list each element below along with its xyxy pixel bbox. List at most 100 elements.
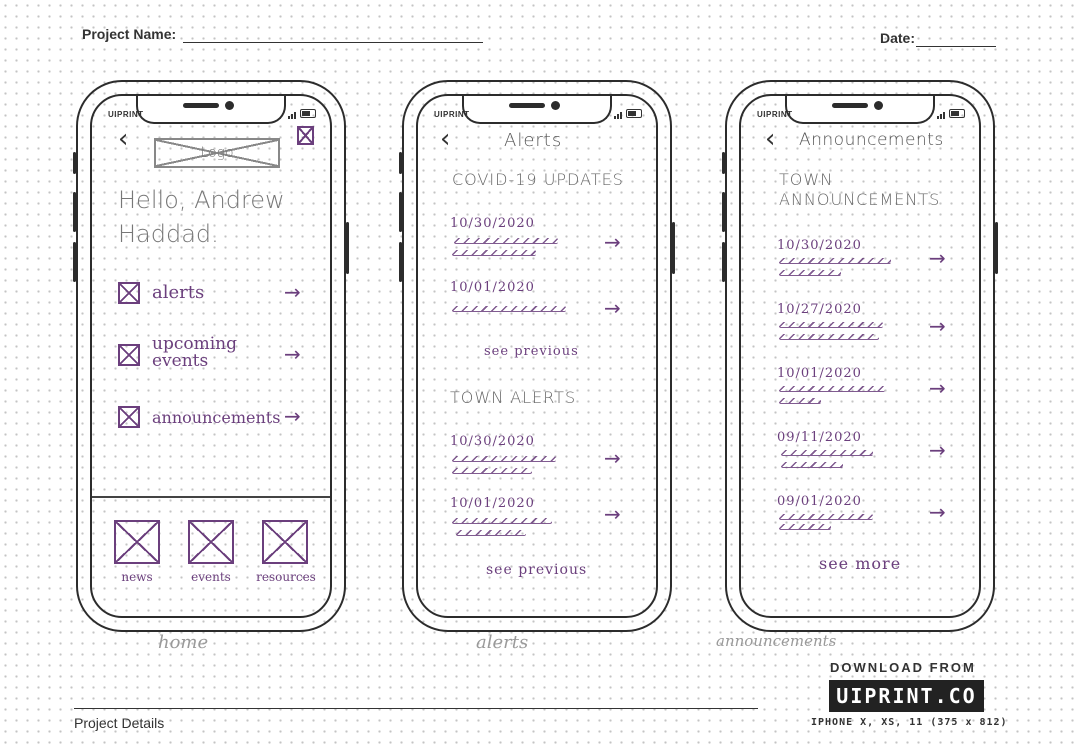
text-placeholder <box>779 270 841 276</box>
text-placeholder <box>781 462 843 468</box>
list-item[interactable]: 10/30/2020 → <box>448 434 648 478</box>
list-item[interactable]: 10/30/2020 → <box>448 216 648 260</box>
notch <box>136 96 286 124</box>
arrow-right-icon: → <box>284 342 301 366</box>
project-details-label: Project Details <box>74 715 165 731</box>
project-name-label: Project Name: <box>82 26 177 42</box>
item-date: 09/01/2020 <box>777 494 862 509</box>
announcements-icon <box>118 406 140 428</box>
signal-icon <box>288 108 297 119</box>
list-item[interactable]: 10/01/2020 → <box>448 280 648 324</box>
download-from-label: DOWNLOAD FROM <box>830 660 976 675</box>
tab-label: news <box>121 570 153 584</box>
events-tab-icon <box>188 520 234 564</box>
arrow-right-icon: → <box>929 246 946 270</box>
text-placeholder <box>452 518 552 524</box>
side-button <box>722 192 725 232</box>
device-spec: IPHONE X, XS, 11 (375 x 812) <box>811 717 1008 728</box>
list-item[interactable]: 10/01/2020 → <box>775 366 975 410</box>
screen-home: UIPRINT ‹ Logo Hello, Andrew Haddad. ale… <box>90 94 332 618</box>
text-placeholder <box>779 322 883 328</box>
back-icon[interactable]: ‹ <box>765 126 775 152</box>
item-date: 10/01/2020 <box>777 366 862 381</box>
project-details-line[interactable] <box>74 708 758 709</box>
item-date: 10/01/2020 <box>450 280 535 295</box>
text-placeholder <box>779 524 831 530</box>
status-bar <box>614 108 642 119</box>
news-icon <box>114 520 160 564</box>
date-line[interactable] <box>916 46 996 47</box>
side-button <box>399 192 402 232</box>
arrow-right-icon: → <box>284 404 301 428</box>
menu-item-alerts[interactable]: alerts → <box>118 282 318 310</box>
side-button <box>346 222 349 274</box>
signal-icon <box>614 108 623 119</box>
status-bar <box>288 108 316 119</box>
caption-home: home <box>158 632 209 653</box>
arrow-right-icon: → <box>604 296 621 320</box>
item-date: 10/30/2020 <box>777 238 862 253</box>
caption-alerts: alerts <box>476 632 529 653</box>
text-placeholder <box>779 514 873 520</box>
list-item[interactable]: 10/27/2020 → <box>775 302 975 346</box>
phone-brand: UIPRINT <box>108 110 144 119</box>
list-item[interactable]: 09/01/2020 → <box>775 494 975 538</box>
screen-alerts: UIPRINT ‹ Alerts COVID-19 UPDATES 10/30/… <box>416 94 658 618</box>
back-icon[interactable]: ‹ <box>440 126 450 152</box>
phone-brand: UIPRINT <box>757 110 793 119</box>
list-item[interactable]: 10/01/2020 → <box>448 496 648 540</box>
item-date: 10/30/2020 <box>450 434 535 449</box>
menu-label: upcoming events <box>152 336 237 370</box>
item-date: 10/30/2020 <box>450 216 535 231</box>
section-heading-covid: COVID-19 UPDATES <box>452 170 624 189</box>
list-item[interactable]: 09/11/2020 → <box>775 430 975 474</box>
date-label: Date: <box>880 30 916 46</box>
phone-announcements: UIPRINT ‹ Announcements TOWN ANNOUNCEMEN… <box>722 80 998 632</box>
see-more-link[interactable]: see more <box>819 554 901 573</box>
profile-icon[interactable] <box>297 126 314 145</box>
battery-icon <box>949 109 965 118</box>
arrow-right-icon: → <box>604 502 621 526</box>
screen-announcements: UIPRINT ‹ Announcements TOWN ANNOUNCEMEN… <box>739 94 981 618</box>
side-button <box>672 222 675 274</box>
menu-item-upcoming-events[interactable]: upcoming events → <box>118 336 318 378</box>
side-button <box>73 242 76 282</box>
uiprint-logo: UIPRINT.CO <box>829 680 984 712</box>
tab-events[interactable]: events <box>188 520 236 588</box>
project-name-line[interactable] <box>183 42 483 43</box>
side-button <box>722 242 725 282</box>
tab-resources[interactable]: resources <box>256 520 316 588</box>
side-button <box>73 152 76 174</box>
text-placeholder <box>454 238 558 244</box>
side-button <box>399 242 402 282</box>
text-placeholder <box>452 468 532 474</box>
page-title: Alerts <box>504 130 563 151</box>
tab-label: resources <box>256 570 316 584</box>
alerts-icon <box>118 282 140 304</box>
status-bar <box>937 108 965 119</box>
arrow-right-icon: → <box>929 438 946 462</box>
menu-label: announcements <box>152 408 281 427</box>
phone-alerts: UIPRINT ‹ Alerts COVID-19 UPDATES 10/30/… <box>399 80 675 632</box>
section-heading-line1: TOWN <box>779 170 834 189</box>
see-previous-link[interactable]: see previous <box>484 344 579 359</box>
menu-label: alerts <box>152 282 205 303</box>
notch <box>785 96 935 124</box>
text-placeholder <box>779 258 891 264</box>
tab-bar-divider <box>92 496 330 498</box>
tab-news[interactable]: news <box>114 520 162 588</box>
side-button <box>722 152 725 174</box>
arrow-right-icon: → <box>929 314 946 338</box>
see-previous-link[interactable]: see previous <box>486 562 587 578</box>
battery-icon <box>300 109 316 118</box>
text-placeholder <box>456 530 526 536</box>
text-placeholder <box>779 398 821 404</box>
text-placeholder <box>452 306 566 312</box>
signal-icon <box>937 108 946 119</box>
phone-home: UIPRINT ‹ Logo Hello, Andrew Haddad. ale… <box>73 80 349 632</box>
menu-item-announcements[interactable]: announcements → <box>118 406 318 434</box>
logo-text: Logo <box>200 145 234 161</box>
list-item[interactable]: 10/30/2020 → <box>775 238 975 282</box>
phone-brand: UIPRINT <box>434 110 470 119</box>
back-icon[interactable]: ‹ <box>118 126 128 152</box>
